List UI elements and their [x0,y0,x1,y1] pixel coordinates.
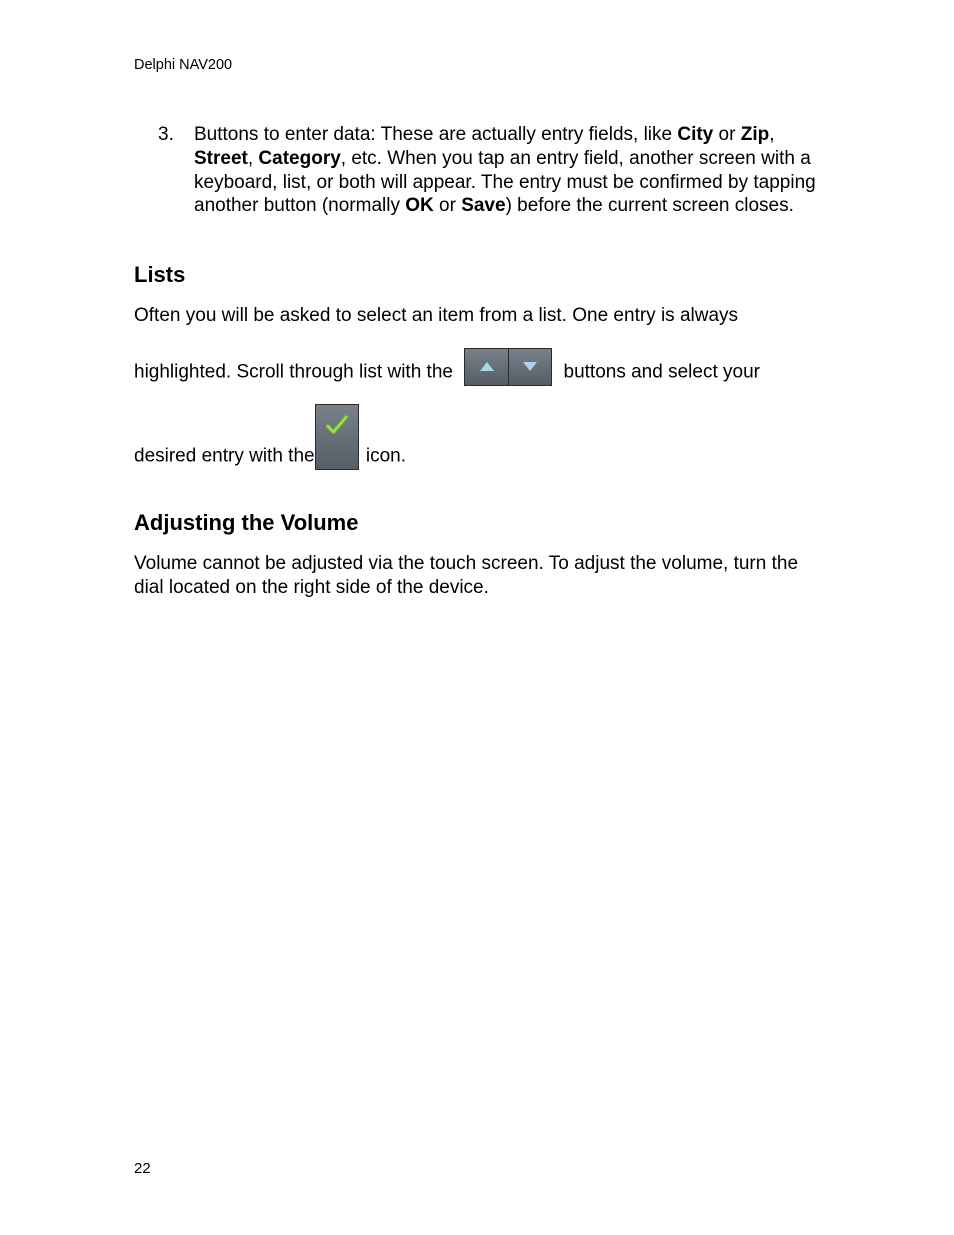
lists-paragraph-3: desired entry with the icon. [134,404,820,468]
section-volume: Adjusting the Volume Volume cannot be ad… [134,510,820,600]
text-segment: icon. [366,445,406,466]
scroll-up-icon [465,349,508,385]
text-segment: desired entry with the [134,445,315,466]
checkmark-icon [315,404,359,470]
bold-street: Street [194,148,248,169]
scroll-buttons-icon [464,348,552,386]
bold-zip: Zip [741,124,770,145]
text-segment: or [434,195,461,216]
lists-paragraph-1: Often you will be asked to select an ite… [134,304,820,328]
bold-city: City [677,124,713,145]
document-page: Delphi NAV200 3. Buttons to enter data: … [0,0,954,1235]
list-item-body: Buttons to enter data: These are actuall… [194,123,820,218]
page-header: Delphi NAV200 [134,57,820,73]
lists-paragraph-2: highlighted. Scroll through list with th… [134,348,820,384]
bold-ok: OK [405,195,434,216]
text-segment: ) before the current screen closes. [506,195,794,216]
text-segment: , [769,124,774,145]
text-segment: buttons and select your [564,361,760,382]
text-segment: , [248,148,259,169]
bold-category: Category [258,148,340,169]
scroll-down-icon [508,349,551,385]
heading-lists: Lists [134,262,820,288]
heading-volume: Adjusting the Volume [134,510,820,536]
text-segment: Buttons to enter data: These are actuall… [194,124,677,145]
section-lists: Lists Often you will be asked to select … [134,262,820,468]
ordered-list-item-3: 3. Buttons to enter data: These are actu… [134,123,820,218]
page-number: 22 [134,1160,151,1177]
bold-save: Save [461,195,505,216]
text-segment: highlighted. Scroll through list with th… [134,361,458,382]
text-segment: or [713,124,740,145]
volume-paragraph: Volume cannot be adjusted via the touch … [134,552,820,600]
list-number: 3. [134,123,194,218]
